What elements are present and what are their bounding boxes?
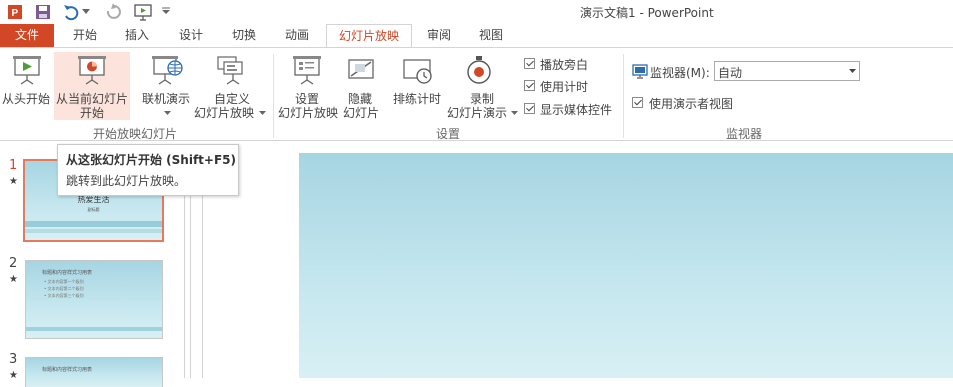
hide-slide-label-1[interactable]: 隐藏 [348,92,372,107]
from-beginning-icon[interactable] [12,54,42,86]
tooltip-body: 跳转到此幻灯片放映。 [66,174,187,188]
monitor-select-value: 自动 [718,66,743,80]
present-online-button[interactable]: 联机演示 [142,92,190,107]
powerpoint-logo-icon: P [8,5,22,19]
monitor-icon [632,64,648,79]
from-current-slide-icon[interactable] [77,54,107,86]
present-online-dropdown-icon[interactable] [164,111,171,116]
from-beginning-button[interactable]: 从头开始 [2,92,50,107]
tab-design[interactable]: 设计 [168,24,214,48]
use-timings-label[interactable]: 使用计时 [540,78,588,95]
slide-1-wave [25,229,162,233]
record-slide-show-label-2[interactable]: 幻灯片演示 [447,106,507,121]
group-separator [273,54,274,138]
record-slide-show-label-1[interactable]: 录制 [470,92,494,107]
hide-slide-label-2[interactable]: 幻灯片 [343,106,379,121]
slide-3-title: 标题和内容样式习用表 [42,367,93,373]
tab-review[interactable]: 审阅 [416,24,462,48]
tab-animations[interactable]: 动画 [274,24,320,48]
group-label-setup: 设置 [436,127,461,141]
customize-toolbar-icon[interactable] [162,7,170,15]
setup-slide-show-icon[interactable] [292,54,322,86]
start-from-beginning-icon[interactable] [134,3,152,21]
tooltip: 从这张幻灯片开始 (Shift+F5) 跳转到此幻灯片放映。 [57,144,239,196]
slide-thumbnail-3[interactable]: 标题和内容样式习用表 [25,357,163,387]
monitor-select[interactable]: 自动 [714,61,860,81]
slide-number: 3 [9,352,18,367]
setup-slide-show-label-1[interactable]: 设置 [284,92,330,107]
slide-2-bullet: • 文本内容第二个级别 [44,286,84,291]
slide-2-bullet: • 文本内容第三个级别 [44,293,84,298]
slide-1-subtitle: 副标题 [87,207,100,212]
custom-slide-show-label-1[interactable]: 自定义 [196,92,268,107]
presenter-view-checkbox[interactable] [632,97,643,108]
tooltip-title: 从这张幻灯片开始 (Shift+F5) [66,153,237,167]
undo-icon[interactable] [62,3,80,21]
title-bar: P 演示文稿1 - PowerPoint [0,0,953,24]
undo-dropdown-icon[interactable] [82,9,90,15]
custom-slide-show-label-2[interactable]: 幻灯片放映 [194,106,254,121]
save-icon[interactable] [35,4,51,20]
current-slide-canvas[interactable] [299,153,953,378]
slide-thumbnail-2[interactable]: 标题和内容样式习用表 • 文本内容第一个级别 • 文本内容第二个级别 • 文本内… [25,260,163,339]
hide-slide-icon[interactable] [347,56,377,84]
slide-2-wave [26,327,162,331]
tab-transitions[interactable]: 切换 [220,24,268,48]
monitor-label: 监视器(M): [650,66,710,80]
group-label-start-slide-show: 开始放映幻灯片 [93,127,178,141]
present-online-icon[interactable] [151,54,185,86]
slide-number: 2 [9,256,18,271]
tab-home[interactable]: 开始 [62,24,108,48]
presenter-view-label[interactable]: 使用演示者视图 [649,95,733,112]
svg-text:P: P [12,8,19,19]
slide-2-title: 标题和内容样式习用表 [42,270,93,276]
slide-2-bullet: • 文本内容第一个级别 [44,279,84,284]
show-media-controls-checkbox[interactable] [524,103,535,114]
play-narrations-checkbox[interactable] [524,58,535,69]
record-slide-show-icon[interactable] [464,54,494,86]
custom-slide-show-dropdown-icon[interactable] [259,111,266,116]
group-label-monitors: 监视器 [726,127,763,141]
animation-star-icon: ★ [9,370,18,381]
slide-editing-area [198,141,953,378]
record-slide-show-dropdown-icon[interactable] [511,111,518,116]
play-narrations-label[interactable]: 播放旁白 [540,56,588,73]
ribbon: 从头开始 从当前幻灯片 开始 联机演示 自定义 幻灯片放映 开始放映幻灯片 设置… [0,47,953,141]
ribbon-tabs: 文件 开始 插入 设计 切换 动画 幻灯片放映 审阅 视图 [0,24,953,48]
show-media-controls-label[interactable]: 显示媒体控件 [540,101,612,118]
rehearse-timings-icon[interactable] [402,56,436,86]
animation-star-icon: ★ [9,274,18,285]
tab-insert[interactable]: 插入 [114,24,160,48]
redo-icon[interactable] [104,3,122,21]
tab-view[interactable]: 视图 [468,24,514,48]
chevron-down-icon [849,69,856,73]
slide-number: 1 [9,158,18,173]
tab-file[interactable]: 文件 [0,24,54,48]
rehearse-timings-button[interactable]: 排练计时 [393,92,441,107]
from-current-slide-label-2[interactable]: 开始 [56,106,128,121]
animation-star-icon: ★ [9,176,18,187]
tab-slide-show[interactable]: 幻灯片放映 [326,24,412,48]
custom-slide-show-icon[interactable] [216,54,246,86]
from-current-slide-label-1[interactable]: 从当前幻灯片 [56,92,128,107]
setup-slide-show-label-2[interactable]: 幻灯片放映 [278,106,338,121]
use-timings-checkbox[interactable] [524,80,535,91]
window-title: 演示文稿1 - PowerPoint [580,6,714,20]
slide-1-wave [25,221,162,227]
group-separator [623,54,624,138]
